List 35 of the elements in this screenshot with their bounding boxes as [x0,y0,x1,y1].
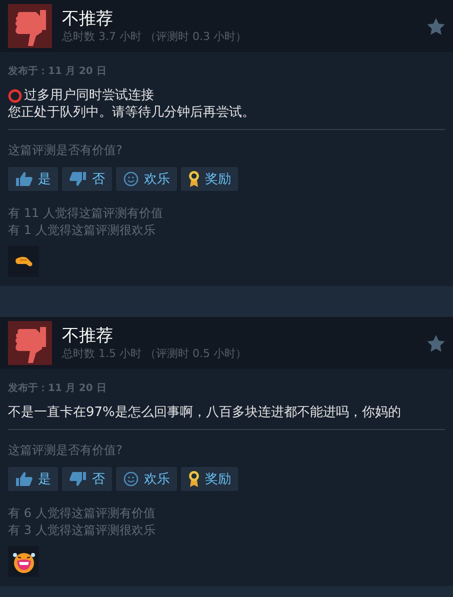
review-text: 不是一直卡在97%是怎么回事啊，八百多块连进都不能进吗，你妈的 [8,404,401,421]
smiley-icon [123,471,139,487]
playtime-text: 总时数 1.5 小时 （评测时 0.5 小时） [62,346,248,360]
helpful-question: 这篇评测是否有价值? [8,442,124,459]
star-icon[interactable] [427,334,445,352]
thumbs-up-icon [15,471,33,487]
playtime-text: 总时数 3.7 小时 （评测时 0.3 小时） [62,28,248,44]
helpful-question: 这篇评测是否有价值? [8,142,124,159]
thumbs-down-icon [69,171,87,187]
award-button[interactable]: 奖励 [181,467,238,491]
no-button[interactable]: 否 [62,167,112,191]
review-text: 过多用户同时尝试连接 [24,87,154,104]
posted-date: 发布于：11 月 20 日 [8,64,108,78]
award-button[interactable]: 奖励 [181,167,238,191]
vote-count: 有 6 人觉得这篇评测有价值 [8,505,156,522]
thumbs-up-icon [15,171,33,187]
review-text: 您正处于队列中。请等待几分钟后再尝试。 [8,104,255,121]
funny-button[interactable]: 欢乐 [116,467,177,491]
pointing-hand-icon [14,256,32,268]
circle-icon [8,88,22,102]
vote-count: 有 1 人觉得这篇评测很欢乐 [8,222,156,239]
yes-button[interactable]: 是 [8,467,58,491]
yes-button[interactable]: 是 [8,167,58,191]
award-ribbon-icon [188,470,200,488]
award-ribbon-icon [188,170,200,188]
no-button[interactable]: 否 [62,467,112,491]
smiley-icon [123,171,139,187]
verdict-title: 不推荐 [62,8,114,28]
vote-count: 有 11 人觉得这篇评测有价值 [8,205,164,222]
funny-button[interactable]: 欢乐 [116,167,177,191]
verdict-title: 不推荐 [62,326,114,346]
posted-date: 发布于：11 月 20 日 [8,382,108,395]
thumbs-down-icon [69,471,87,487]
vote-count: 有 3 人觉得这篇评测很欢乐 [8,522,156,539]
star-icon[interactable] [427,18,445,34]
